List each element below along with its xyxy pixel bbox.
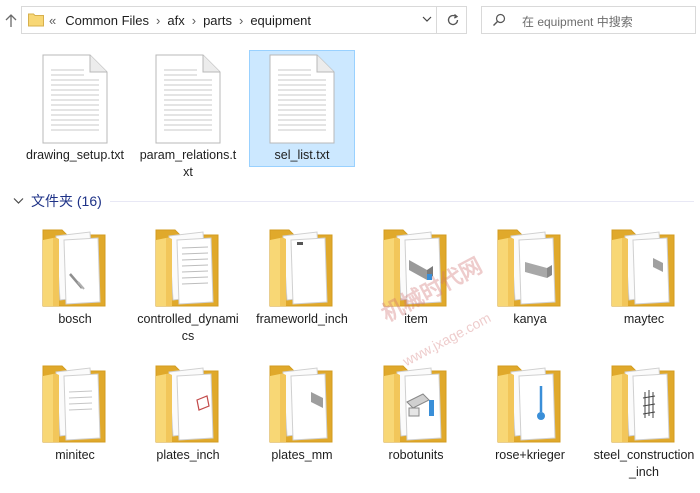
text-file-icon xyxy=(155,54,221,144)
breadcrumb-overflow[interactable]: « xyxy=(49,13,56,28)
refresh-button[interactable] xyxy=(436,6,468,34)
address-toolbar: « Common Files › afx › parts › equipment… xyxy=(0,0,700,42)
folder-label: minitec xyxy=(55,448,95,462)
chevron-right-icon[interactable]: › xyxy=(239,13,243,28)
file-param-relations[interactable]: param_relations.txt xyxy=(135,54,241,181)
folder-icon xyxy=(42,229,106,307)
folder-icon xyxy=(383,229,447,307)
folder-icon xyxy=(155,229,219,307)
up-arrow-button[interactable] xyxy=(2,11,20,31)
folder-frameworld-inch[interactable]: frameworld_inch xyxy=(249,226,355,328)
folder-label: robotunits xyxy=(388,448,444,462)
folder-label: maytec xyxy=(623,312,665,326)
folder-label: frameworld_inch xyxy=(256,312,348,326)
search-icon xyxy=(493,13,506,26)
folder-icon xyxy=(269,365,333,443)
folder-robotunits[interactable]: robotunits xyxy=(363,362,469,464)
group-header-folders[interactable]: 文件夹 (16) xyxy=(13,191,102,211)
folder-controlled-dynamics[interactable]: controlled_dynamics xyxy=(135,226,241,345)
folder-icon xyxy=(383,365,447,443)
folder-label: plates_mm xyxy=(271,448,333,462)
file-label: sel_list.txt xyxy=(274,148,330,162)
file-sel-list[interactable]: sel_list.txt xyxy=(249,54,355,164)
breadcrumb-common-files[interactable]: Common Files xyxy=(65,13,149,28)
refresh-icon xyxy=(447,14,458,26)
folder-label: plates_inch xyxy=(156,448,220,462)
folder-kanya[interactable]: kanya xyxy=(477,226,583,328)
folder-icon xyxy=(155,365,219,443)
chevron-right-icon[interactable]: › xyxy=(192,13,196,28)
folder-item[interactable]: item xyxy=(363,226,469,328)
folder-plates-inch[interactable]: plates_inch xyxy=(135,362,241,464)
folder-icon xyxy=(497,229,561,307)
breadcrumb-parts[interactable]: parts xyxy=(203,13,232,28)
up-arrow-icon xyxy=(5,14,17,27)
address-bar[interactable]: « Common Files › afx › parts › equipment xyxy=(21,6,467,34)
folder-rose-krieger[interactable]: rose+krieger xyxy=(477,362,583,464)
file-label: drawing_setup.txt xyxy=(26,148,124,162)
file-drawing-setup[interactable]: drawing_setup.txt xyxy=(22,54,128,164)
breadcrumb: « Common Files › afx › parts › equipment xyxy=(49,7,311,33)
breadcrumb-afx[interactable]: afx xyxy=(167,13,184,28)
search-box[interactable]: 在 equipment 中搜索 xyxy=(481,6,696,34)
group-title: 文件夹 (16) xyxy=(31,193,102,209)
folder-plates-mm[interactable]: plates_mm xyxy=(249,362,355,464)
folder-icon xyxy=(28,13,44,27)
folder-label: bosch xyxy=(58,312,92,326)
folder-steel-construction-inch[interactable]: steel_construction_inch xyxy=(591,362,697,481)
history-dropdown-icon[interactable] xyxy=(422,15,432,23)
folder-icon xyxy=(611,365,675,443)
folder-icon xyxy=(611,229,675,307)
folder-icon xyxy=(497,365,561,443)
folder-icon xyxy=(42,365,106,443)
folder-bosch[interactable]: bosch xyxy=(22,226,128,328)
folder-label: steel_construction_inch xyxy=(593,448,695,479)
text-file-icon xyxy=(42,54,108,144)
folder-label: item xyxy=(404,312,428,326)
folder-maytec[interactable]: maytec xyxy=(591,226,697,328)
folder-label: rose+krieger xyxy=(495,448,565,462)
text-file-icon xyxy=(269,54,335,144)
breadcrumb-equipment[interactable]: equipment xyxy=(250,13,311,28)
chevron-down-icon xyxy=(13,198,24,204)
file-label: param_relations.txt xyxy=(139,148,237,179)
folder-icon xyxy=(269,229,333,307)
group-divider xyxy=(110,201,694,202)
chevron-right-icon[interactable]: › xyxy=(156,13,160,28)
folder-label: controlled_dynamics xyxy=(137,312,239,343)
folder-minitec[interactable]: minitec xyxy=(22,362,128,464)
search-input[interactable]: 在 equipment 中搜索 xyxy=(522,13,633,30)
folder-label: kanya xyxy=(513,312,547,326)
